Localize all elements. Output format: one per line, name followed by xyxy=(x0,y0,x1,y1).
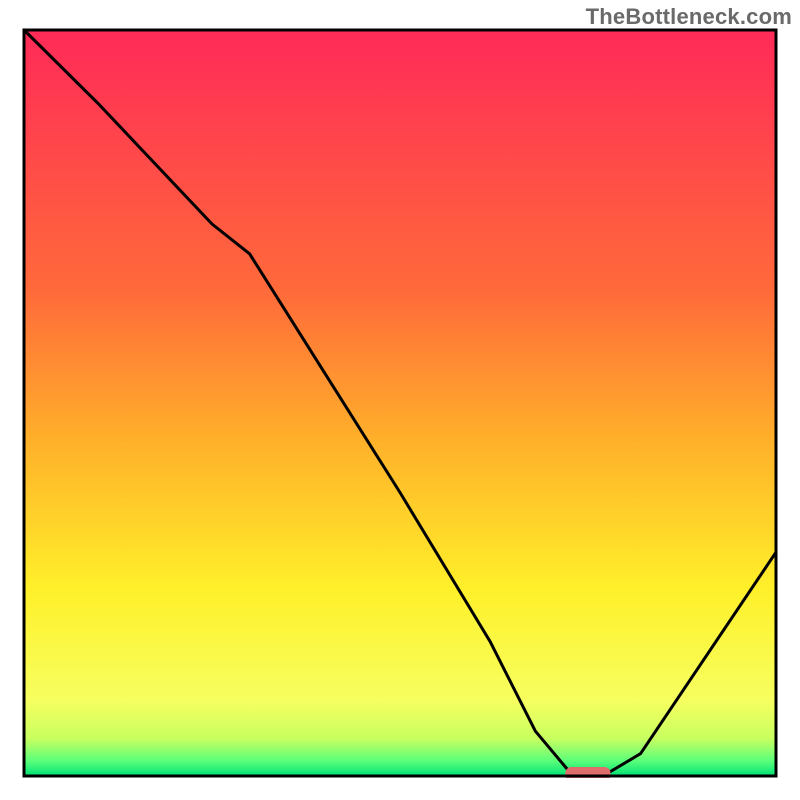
watermark-text: TheBottleneck.com xyxy=(586,4,792,30)
chart-canvas: TheBottleneck.com xyxy=(0,0,800,800)
chart-svg xyxy=(22,28,778,778)
plot-area xyxy=(22,28,778,778)
gradient-background xyxy=(24,30,776,776)
